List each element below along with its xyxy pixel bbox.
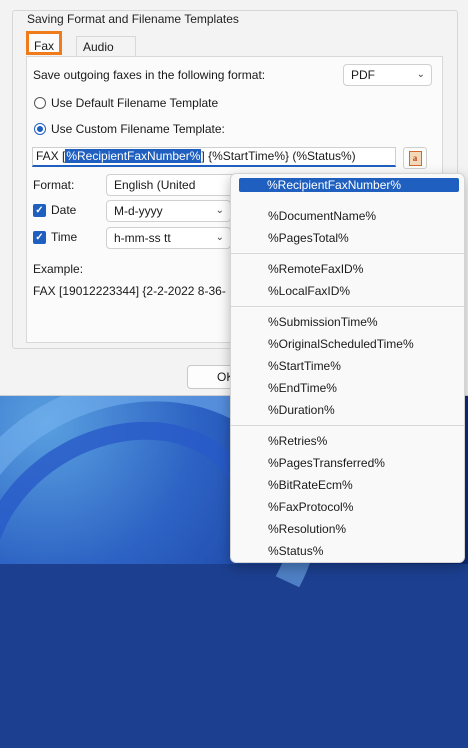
example-value: FAX [19012223344] {2-2-2022 8-36- [33,284,226,298]
radio-default-template[interactable] [34,97,46,109]
filename-template-input[interactable]: FAX [%RecipientFaxNumber%] {%StartTime%}… [32,147,396,167]
chevron-down-icon: ⌄ [215,205,224,216]
menu-item-duration[interactable]: %Duration% [268,403,335,417]
group-title: Saving Format and Filename Templates [24,12,242,26]
menu-item-remote-fax-id[interactable]: %RemoteFaxID% [268,262,363,276]
menu-separator [231,425,464,426]
radio-default-label: Use Default Filename Template [51,96,219,110]
menu-item-original-scheduled-time[interactable]: %OriginalScheduledTime% [268,337,414,351]
format-label: Format: [33,178,75,192]
menu-item-document-name[interactable]: %DocumentName% [268,209,376,223]
menu-item-resolution[interactable]: %Resolution% [268,522,346,536]
format-select-value: PDF [351,68,375,82]
date-checkbox[interactable]: ✓ [33,204,46,217]
menu-item-pages-transferred[interactable]: %PagesTransferred% [268,456,385,470]
insert-variable-button[interactable]: a [403,147,427,169]
tab-fax[interactable]: Fax [26,31,62,55]
chevron-down-icon: ⌄ [416,69,425,80]
menu-item-retries[interactable]: %Retries% [268,434,327,448]
example-label: Example: [33,262,84,276]
menu-separator [231,253,464,254]
date-format-select[interactable]: M-d-yyyy ⌄ [106,200,231,222]
menu-item-fax-protocol[interactable]: %FaxProtocol% [268,500,353,514]
menu-item-recipient-fax-number[interactable]: %RecipientFaxNumber% [239,178,459,192]
menu-item-end-time[interactable]: %EndTime% [268,381,337,395]
locale-select[interactable]: English (United States) [106,174,236,212]
template-suffix: ] {%StartTime%} (%Status%) [201,149,356,163]
time-format-select[interactable]: h-mm-ss tt ⌄ [106,227,231,249]
template-selection: %RecipientFaxNumber% [65,149,202,163]
menu-item-start-time[interactable]: %StartTime% [268,359,341,373]
menu-item-pages-total[interactable]: %PagesTotal% [268,231,349,245]
tab-audio[interactable]: Audio [76,36,136,57]
time-format-value: h-mm-ss tt [114,231,171,245]
menu-item-local-fax-id[interactable]: %LocalFaxID% [268,284,350,298]
menu-separator [231,306,464,307]
chevron-down-icon: ⌄ [215,232,224,243]
radio-custom-label: Use Custom Filename Template: [51,122,225,136]
save-format-label: Save outgoing faxes in the following for… [33,68,266,82]
format-select[interactable]: PDF ⌄ [343,64,432,86]
date-label: Date [51,203,77,217]
insert-variable-icon: a [408,151,422,167]
menu-item-status[interactable]: %Status% [268,544,323,558]
template-variable-menu: %RecipientFaxNumber% %DocumentName% %Pag… [230,173,465,563]
time-label: Time [51,230,78,244]
menu-item-bit-rate-ecm[interactable]: %BitRateEcm% [268,478,353,492]
template-prefix: FAX [ [36,149,66,163]
menu-item-submission-time[interactable]: %SubmissionTime% [268,315,378,329]
time-checkbox[interactable]: ✓ [33,231,46,244]
radio-custom-template[interactable] [34,123,46,135]
date-format-value: M-d-yyyy [114,204,163,218]
